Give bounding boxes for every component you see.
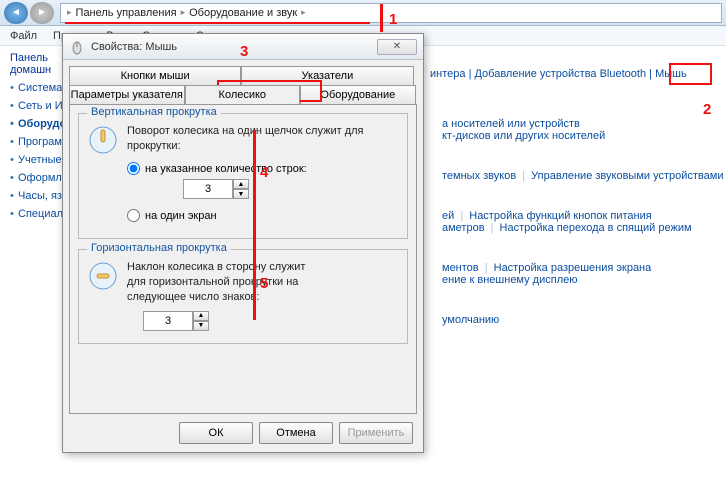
group-title-vertical: Вертикальная прокрутка bbox=[87, 106, 221, 118]
vertical-lines-input[interactable] bbox=[183, 179, 233, 199]
group-vertical-scroll: Вертикальная прокрутка Поворот колесика … bbox=[78, 113, 408, 239]
spin-down-button[interactable]: ▼ bbox=[193, 321, 209, 331]
link-printer[interactable]: интера bbox=[430, 68, 466, 80]
sidebar-home[interactable]: Панель домашн bbox=[10, 52, 58, 76]
annotation-number-4: 4 bbox=[260, 164, 268, 181]
wheel-vertical-icon bbox=[87, 124, 119, 156]
sidebar-item[interactable]: Часы, яз bbox=[10, 190, 58, 202]
link-resolution[interactable]: Настройка разрешения экрана bbox=[494, 262, 652, 274]
spin-up-button[interactable]: ▲ bbox=[193, 311, 209, 321]
horizontal-chars-input[interactable] bbox=[143, 311, 193, 331]
wheel-horizontal-icon bbox=[87, 260, 119, 292]
annotation-number-3: 3 bbox=[240, 43, 248, 60]
link-params[interactable]: аметров bbox=[442, 222, 485, 234]
annotation-line bbox=[380, 4, 383, 32]
link-media-devices[interactable]: а носителей или устройств bbox=[442, 118, 580, 130]
sidebar-item[interactable]: Сеть и И bbox=[10, 100, 58, 112]
sidebar-item[interactable]: Специал bbox=[10, 208, 58, 220]
tab-pointer-options[interactable]: Параметры указателя bbox=[69, 85, 185, 104]
vertical-scroll-desc: Поворот колесика на один щелчок служит д… bbox=[127, 124, 399, 154]
group-horizontal-scroll: Горизонтальная прокрутка Наклон колесика… bbox=[78, 249, 408, 344]
link-disks[interactable]: кт-дисков или других носителей bbox=[442, 130, 605, 142]
annotation-line bbox=[253, 130, 256, 250]
link-elements[interactable]: ментов bbox=[442, 262, 479, 274]
cancel-button[interactable]: Отмена bbox=[259, 422, 333, 444]
link-power-buttons[interactable]: Настройка функций кнопок питания bbox=[469, 210, 651, 222]
link-default[interactable]: умолчанию bbox=[442, 314, 499, 326]
annotation-underline bbox=[65, 22, 370, 24]
breadcrumb-sep-icon: ▸ bbox=[67, 7, 72, 18]
link-audio-devices[interactable]: Управление звуковыми устройствами bbox=[531, 170, 723, 182]
breadcrumb-hardware-sound[interactable]: Оборудование и звук bbox=[189, 7, 297, 19]
tab-content-wheel: Вертикальная прокрутка Поворот колесика … bbox=[69, 104, 417, 414]
breadcrumb-sep-icon: ▸ bbox=[181, 7, 186, 18]
sidebar-item[interactable]: Оформл bbox=[10, 172, 58, 184]
sidebar-item[interactable]: Система bbox=[10, 82, 58, 94]
link-power[interactable]: ей bbox=[442, 210, 454, 222]
link-add-bluetooth[interactable]: Добавление устройства Bluetooth bbox=[474, 68, 646, 80]
breadcrumb-control-panel[interactable]: Панель управления bbox=[76, 7, 177, 19]
spin-down-button[interactable]: ▼ bbox=[233, 189, 249, 199]
mouse-properties-dialog: Свойства: Мышь ✕ Кнопки мыши Указатели П… bbox=[62, 33, 424, 453]
nav-back-button[interactable]: ◄ bbox=[4, 2, 28, 24]
dialog-close-button[interactable]: ✕ bbox=[377, 39, 417, 55]
annotation-number-2: 2 bbox=[703, 101, 711, 118]
horizontal-scroll-desc: Наклон колесика в сторону служит для гор… bbox=[127, 260, 327, 305]
spin-up-button[interactable]: ▲ bbox=[233, 179, 249, 189]
menu-file[interactable]: Файл bbox=[10, 30, 37, 42]
link-sleep[interactable]: Настройка перехода в спящий режим bbox=[500, 222, 692, 234]
sidebar: Панель домашн Система Сеть и И Оборудо Прог… bbox=[0, 46, 62, 500]
group-title-horizontal: Горизонтальная прокрутка bbox=[87, 242, 231, 254]
annotation-number-5: 5 bbox=[260, 275, 268, 292]
sidebar-item[interactable]: Програм bbox=[10, 136, 58, 148]
sidebar-item[interactable]: Оборудо bbox=[10, 118, 58, 130]
ok-button[interactable]: ОК bbox=[179, 422, 253, 444]
annotation-line bbox=[253, 250, 256, 320]
tab-wheel[interactable]: Колесико bbox=[185, 85, 301, 104]
breadcrumb-sep-icon: ▸ bbox=[301, 7, 306, 18]
link-external-display[interactable]: ение к внешнему дисплею bbox=[442, 274, 577, 286]
annotation-number-1: 1 bbox=[389, 11, 397, 28]
mouse-icon bbox=[69, 39, 85, 55]
radio-screen[interactable]: на один экран bbox=[127, 209, 399, 222]
apply-button[interactable]: Применить bbox=[339, 422, 413, 444]
annotation-box-mouse bbox=[669, 63, 712, 85]
radio-lines-input[interactable] bbox=[127, 162, 140, 175]
nav-forward-button[interactable]: ► bbox=[30, 2, 54, 24]
link-system-sounds[interactable]: темных звуков bbox=[442, 170, 516, 182]
dialog-title: Свойства: Мышь bbox=[91, 41, 177, 53]
radio-lines-label: на указанное количество строк: bbox=[145, 163, 307, 175]
tab-buttons[interactable]: Кнопки мыши bbox=[69, 66, 241, 85]
sidebar-item[interactable]: Учетные пользов безопас bbox=[10, 154, 58, 166]
radio-screen-label: на один экран bbox=[145, 210, 217, 222]
radio-screen-input[interactable] bbox=[127, 209, 140, 222]
